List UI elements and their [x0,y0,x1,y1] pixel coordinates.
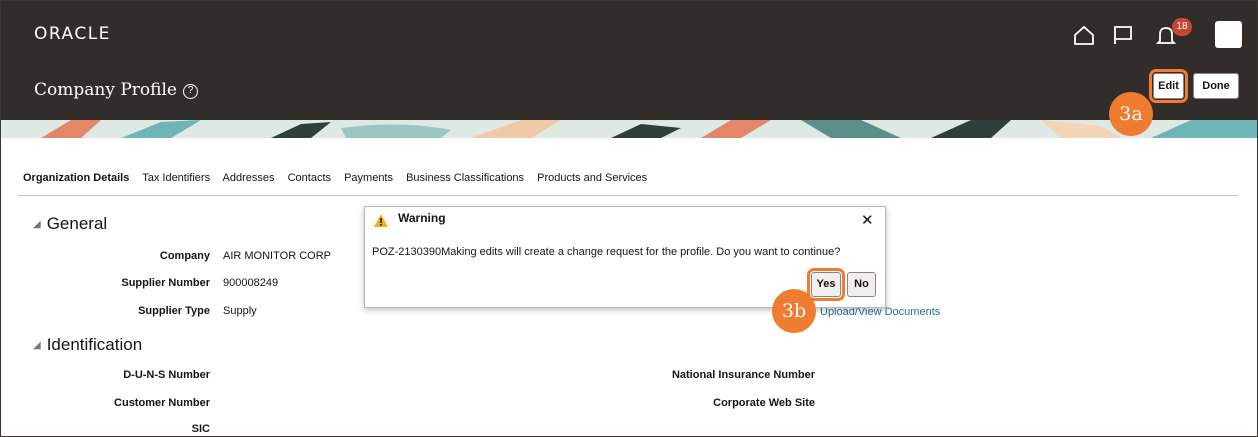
corporate-web-site-label: Corporate Web Site [713,397,815,409]
tab-business-classifications[interactable]: Business Classifications [406,172,524,184]
section-general-title: General [46,214,108,233]
supplier-number-value: 900008249 [223,277,279,289]
supplier-type-value: Supply [223,305,257,317]
yes-button[interactable]: Yes [807,268,845,301]
collapse-triangle-icon: ◢ [33,219,41,230]
supplier-type-label: Supplier Type [138,305,210,317]
tab-contacts[interactable]: Contacts [288,172,331,184]
close-icon[interactable]: ✕ [861,211,874,229]
customer-number-label: Customer Number [114,397,210,409]
dialog-title: Warning [398,211,446,225]
done-button[interactable]: Done [1193,73,1239,99]
tab-addresses[interactable]: Addresses [223,172,275,184]
supplier-number-label: Supplier Number [121,277,210,289]
dialog-message: POZ-2130390Making edits will create a ch… [372,246,841,258]
edit-button[interactable]: Edit [1149,69,1188,103]
national-insurance-number-label: National Insurance Number [671,369,815,381]
tab-payments[interactable]: Payments [344,172,393,184]
company-value: AIR MONITOR CORP [223,250,331,262]
oracle-logo[interactable]: ORACLE [34,24,111,44]
tab-divider [18,195,1238,196]
home-icon[interactable] [1073,24,1095,46]
decorative-banner [1,120,1257,138]
collapse-triangle-icon: ◢ [33,340,41,351]
company-label: Company [159,250,210,262]
notification-count-badge: 18 [1172,18,1192,36]
user-avatar[interactable] [1215,21,1242,48]
page-title-text: Company Profile [34,80,177,100]
flag-icon[interactable] [1112,24,1134,46]
tab-organization-details[interactable]: Organization Details [23,172,129,184]
help-icon[interactable]: ? [182,84,198,99]
section-identification-title: Identification [46,335,143,354]
tab-bar: Organization Details Tax Identifiers Add… [23,172,657,184]
duns-number-label: D-U-N-S Number [123,369,210,381]
section-identification[interactable]: ◢ Identification [33,335,142,355]
no-button[interactable]: No [847,272,876,297]
warning-icon [374,214,388,227]
step-callout-3a: 3a [1109,92,1153,136]
tab-tax-identifiers[interactable]: Tax Identifiers [142,172,210,184]
tab-products-and-services[interactable]: Products and Services [537,172,647,184]
section-general[interactable]: ◢ General [33,214,107,234]
step-callout-3b: 3b [772,289,816,333]
sic-label: SIC [191,423,210,435]
page-title: Company Profile? [34,80,198,100]
global-header [1,1,1257,62]
